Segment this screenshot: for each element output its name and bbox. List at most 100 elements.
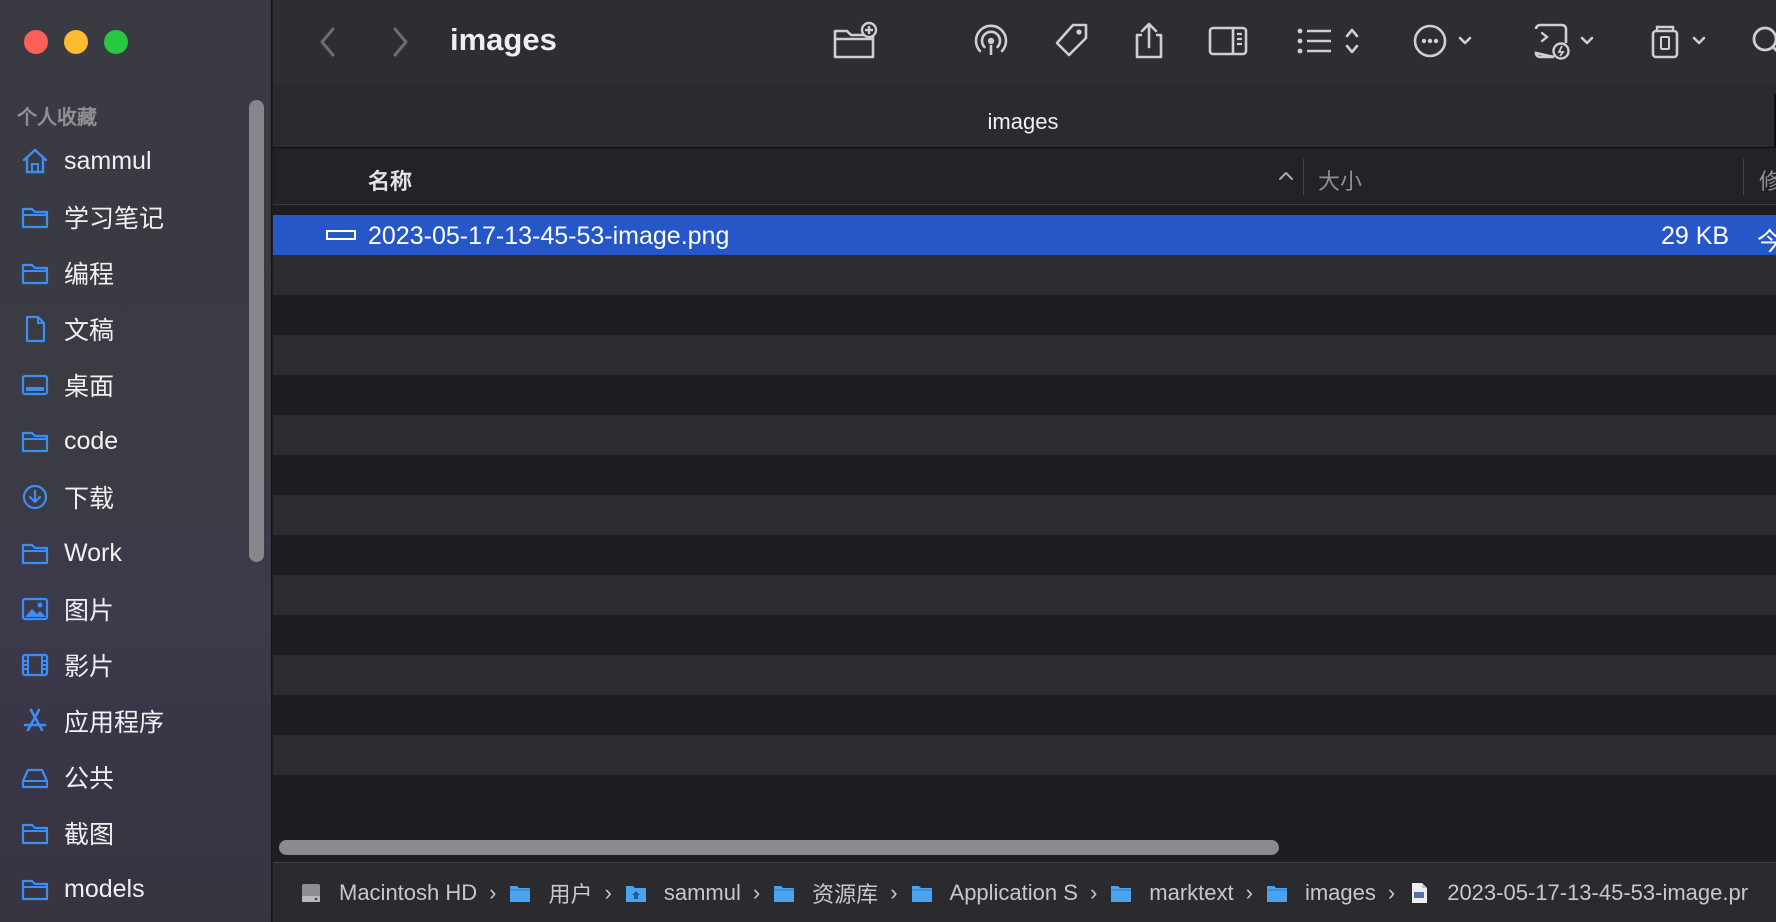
sidebar-item-文稿[interactable]: 文稿 bbox=[0, 301, 248, 357]
empty-row bbox=[273, 735, 1776, 775]
file-size: 29 KB bbox=[1661, 222, 1730, 250]
device-icon bbox=[1651, 25, 1706, 59]
sidebar-item-work[interactable]: Work bbox=[0, 525, 248, 581]
sidebar-item-应用程序[interactable]: 应用程序 bbox=[0, 693, 248, 749]
path-item-label: Application S bbox=[949, 879, 1078, 905]
document-icon bbox=[20, 314, 50, 344]
preview-pane-button[interactable] bbox=[1207, 18, 1249, 64]
sidebar-item-label: 下载 bbox=[64, 485, 115, 513]
sidebar-right-icon bbox=[1208, 26, 1248, 56]
empty-row bbox=[273, 495, 1776, 535]
sidebar-item-图片[interactable]: 图片 bbox=[0, 581, 248, 637]
tag-icon bbox=[1055, 23, 1088, 57]
chevron-right-icon: › bbox=[1245, 879, 1253, 905]
sidebar-item-code[interactable]: code bbox=[0, 413, 248, 469]
new-folder-button[interactable] bbox=[831, 18, 879, 64]
folder-icon bbox=[508, 881, 540, 905]
chevron-right-icon: › bbox=[1387, 879, 1396, 905]
path-item-label: 用户 bbox=[548, 881, 593, 907]
empty-row bbox=[273, 615, 1776, 655]
minimize-window-button[interactable] bbox=[64, 30, 88, 54]
sidebar: 个人收藏 sammul 学习笔记编程文稿 桌面 code 下载 Work 图片影片 应用程序公… bbox=[0, 0, 272, 922]
search-button[interactable] bbox=[1749, 18, 1776, 64]
sort-ascending-icon bbox=[1279, 172, 1293, 180]
airdrop-button[interactable] bbox=[971, 18, 1011, 64]
favorites-section-title: 个人收藏 bbox=[17, 107, 97, 129]
photo-icon bbox=[20, 594, 50, 624]
tab-bar: images bbox=[273, 84, 1776, 148]
tab-images[interactable]: images bbox=[273, 109, 1773, 135]
empty-row bbox=[273, 775, 1776, 815]
column-separator[interactable] bbox=[1743, 159, 1744, 195]
chevron-right-icon: › bbox=[604, 879, 612, 905]
column-modified-header[interactable]: 修 bbox=[1759, 164, 1776, 196]
device-button[interactable] bbox=[1648, 18, 1714, 64]
airdrop-icon bbox=[974, 24, 1008, 55]
image-file-icon bbox=[1407, 881, 1439, 905]
empty-row bbox=[273, 655, 1776, 695]
main-content: images images 名称 大小 修 2023-05-17-13-45-5… bbox=[273, 0, 1776, 922]
folder-icon bbox=[20, 258, 50, 288]
back-button[interactable] bbox=[311, 22, 345, 62]
finder-window: 个人收藏 sammul 学习笔记编程文稿 桌面 code 下载 Work 图片影片 应用程序公… bbox=[0, 0, 1776, 922]
close-window-button[interactable] bbox=[24, 30, 48, 54]
sidebar-item-公共[interactable]: 公共 bbox=[0, 749, 248, 805]
sidebar-item-截图[interactable]: 截图 bbox=[0, 805, 248, 861]
folder-icon bbox=[20, 426, 50, 456]
folder-icon bbox=[20, 818, 50, 848]
sidebar-item-影片[interactable]: 影片 bbox=[0, 637, 248, 693]
empty-row bbox=[273, 695, 1776, 735]
column-separator[interactable] bbox=[1303, 159, 1304, 195]
quick-actions-button[interactable] bbox=[1532, 18, 1602, 64]
sidebar-item-label: 学习笔记 bbox=[64, 205, 165, 233]
path-item[interactable]: 2023-05-17-13-45-53-image.pr bbox=[1407, 880, 1748, 906]
empty-row bbox=[273, 455, 1776, 495]
folder-icon bbox=[20, 202, 50, 232]
zoom-window-button[interactable] bbox=[104, 30, 128, 54]
path-item[interactable]: images bbox=[1265, 880, 1376, 906]
path-item-label: marktext bbox=[1149, 879, 1234, 905]
disk-icon bbox=[299, 881, 331, 905]
folder-icon bbox=[910, 881, 942, 905]
sidebar-scrollbar[interactable] bbox=[249, 100, 264, 562]
sidebar-item-下载[interactable]: 下载 bbox=[0, 469, 248, 525]
new-folder-icon bbox=[833, 21, 878, 59]
path-item[interactable]: sammul bbox=[624, 880, 741, 906]
column-size-header[interactable]: 大小 bbox=[1318, 164, 1362, 196]
list-view-icon bbox=[1297, 28, 1359, 54]
path-item[interactable]: 用户 bbox=[508, 877, 593, 909]
path-item[interactable]: Application S bbox=[910, 880, 1078, 906]
view-mode-button[interactable] bbox=[1295, 18, 1371, 64]
path-item[interactable]: Macintosh HD bbox=[299, 880, 477, 906]
share-button[interactable] bbox=[1131, 18, 1167, 64]
drive-icon bbox=[20, 762, 50, 792]
favorites-list: sammul 学习笔记编程文稿 桌面 code 下载 Work 图片影片 应用程序 公共 截图 mo… bbox=[0, 133, 248, 917]
sidebar-item-学习笔记[interactable]: 学习笔记 bbox=[0, 189, 248, 245]
chevron-left-icon bbox=[320, 27, 335, 57]
folder-icon bbox=[20, 538, 50, 568]
empty-row bbox=[273, 295, 1776, 335]
sidebar-item-label: 图片 bbox=[64, 597, 115, 625]
forward-button[interactable] bbox=[383, 22, 417, 62]
tags-button[interactable] bbox=[1051, 18, 1091, 64]
horizontal-scroll-thumb[interactable] bbox=[279, 840, 1279, 855]
path-item[interactable]: marktext bbox=[1109, 879, 1234, 906]
chevron-right-icon: › bbox=[752, 879, 761, 905]
empty-row bbox=[273, 575, 1776, 615]
sidebar-item-桌面[interactable]: 桌面 bbox=[0, 357, 248, 413]
more-icon bbox=[1413, 24, 1472, 58]
empty-row bbox=[273, 255, 1776, 295]
path-item[interactable]: 资源库 bbox=[772, 877, 878, 909]
column-name-header[interactable]: 名称 bbox=[368, 164, 412, 196]
desktop-icon bbox=[20, 370, 50, 400]
sidebar-item-sammul[interactable]: sammul bbox=[0, 133, 248, 189]
file-row[interactable]: 2023-05-17-13-45-53-image.png 29 KB 今 bbox=[273, 215, 1776, 256]
folder-icon bbox=[772, 881, 804, 905]
sidebar-item-label: 编程 bbox=[64, 261, 115, 289]
apps-icon bbox=[20, 706, 50, 736]
sidebar-item-models[interactable]: models bbox=[0, 861, 248, 917]
path-bar: Macintosh HD › 用户 › sammul › 资源库 › Application S… bbox=[273, 862, 1776, 922]
image-file-icon bbox=[326, 230, 356, 240]
sidebar-item-编程[interactable]: 编程 bbox=[0, 245, 248, 301]
action-menu-button[interactable] bbox=[1413, 18, 1483, 64]
